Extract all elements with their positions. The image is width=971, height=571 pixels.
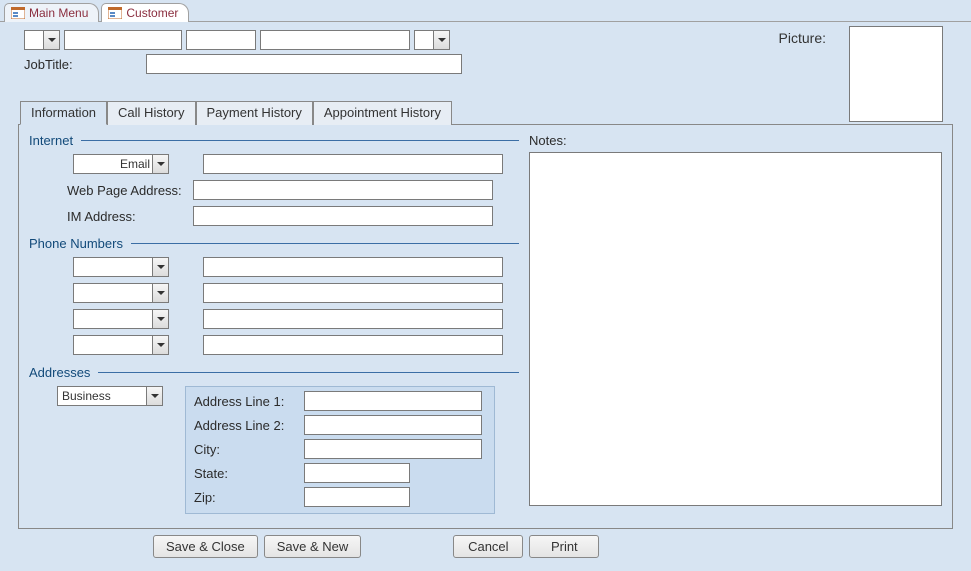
group-phone-label: Phone Numbers bbox=[29, 236, 123, 251]
tab-information[interactable]: Information bbox=[20, 101, 107, 125]
doc-tab-main-menu[interactable]: Main Menu bbox=[4, 3, 99, 22]
addr-city-input[interactable] bbox=[304, 439, 482, 459]
addr-state-label: State: bbox=[194, 466, 298, 481]
phone-type-combo-3[interactable] bbox=[73, 309, 169, 329]
address-panel: Address Line 1: Address Line 2: City: bbox=[185, 386, 495, 514]
chevron-down-icon bbox=[433, 31, 449, 49]
tab-call-history[interactable]: Call History bbox=[107, 101, 195, 125]
picture-label: Picture: bbox=[779, 30, 826, 46]
addr-line1-input[interactable] bbox=[304, 391, 482, 411]
print-button[interactable]: Print bbox=[529, 535, 599, 558]
divider bbox=[81, 140, 519, 141]
lastname-input[interactable] bbox=[260, 30, 410, 50]
cancel-button[interactable]: Cancel bbox=[453, 535, 523, 558]
email-type-combo[interactable]: Email bbox=[73, 154, 169, 174]
addr-line2-input[interactable] bbox=[304, 415, 482, 435]
middlename-input[interactable] bbox=[186, 30, 256, 50]
im-label: IM Address: bbox=[29, 209, 187, 224]
doc-tab-customer[interactable]: Customer bbox=[101, 3, 189, 22]
chevron-down-icon bbox=[152, 310, 168, 328]
webpage-label: Web Page Address: bbox=[29, 183, 187, 198]
suffix-combo[interactable] bbox=[414, 30, 450, 50]
chevron-down-icon bbox=[152, 155, 168, 173]
group-addresses-label: Addresses bbox=[29, 365, 90, 380]
addr-line2-label: Address Line 2: bbox=[194, 418, 298, 433]
addr-zip-input[interactable] bbox=[304, 487, 410, 507]
phone-input-2[interactable] bbox=[203, 283, 503, 303]
im-input[interactable] bbox=[193, 206, 493, 226]
phone-input-1[interactable] bbox=[203, 257, 503, 277]
address-type-combo[interactable]: Business bbox=[57, 386, 163, 406]
tab-payment-history[interactable]: Payment History bbox=[196, 101, 313, 125]
email-input[interactable] bbox=[203, 154, 503, 174]
document-tab-bar: Main Menu Customer bbox=[0, 0, 971, 22]
phone-type-combo-4[interactable] bbox=[73, 335, 169, 355]
title-combo[interactable] bbox=[24, 30, 60, 50]
save-new-button[interactable]: Save & New bbox=[264, 535, 362, 558]
webpage-input[interactable] bbox=[193, 180, 493, 200]
addr-line1-label: Address Line 1: bbox=[194, 394, 298, 409]
firstname-input[interactable] bbox=[64, 30, 182, 50]
form-icon bbox=[11, 7, 25, 19]
chevron-down-icon bbox=[152, 284, 168, 302]
jobtitle-input[interactable] bbox=[146, 54, 462, 74]
chevron-down-icon bbox=[43, 31, 59, 49]
doc-tab-customer-label: Customer bbox=[126, 6, 178, 20]
chevron-down-icon bbox=[152, 258, 168, 276]
addr-city-label: City: bbox=[194, 442, 298, 457]
jobtitle-label: JobTitle: bbox=[24, 57, 136, 72]
addr-zip-label: Zip: bbox=[194, 490, 298, 505]
addr-state-input[interactable] bbox=[304, 463, 410, 483]
save-close-button[interactable]: Save & Close bbox=[153, 535, 258, 558]
phone-input-3[interactable] bbox=[203, 309, 503, 329]
divider bbox=[131, 243, 519, 244]
notes-textarea[interactable] bbox=[529, 152, 942, 506]
chevron-down-icon bbox=[146, 387, 162, 405]
form-icon bbox=[108, 7, 122, 19]
phone-type-combo-2[interactable] bbox=[73, 283, 169, 303]
chevron-down-icon bbox=[152, 336, 168, 354]
notes-label: Notes: bbox=[529, 133, 567, 148]
doc-tab-main-menu-label: Main Menu bbox=[29, 6, 88, 20]
inner-tab-bar: Information Call History Payment History… bbox=[18, 100, 953, 124]
divider bbox=[98, 372, 519, 373]
group-internet-label: Internet bbox=[29, 133, 73, 148]
phone-input-4[interactable] bbox=[203, 335, 503, 355]
phone-type-combo-1[interactable] bbox=[73, 257, 169, 277]
tab-appointment-history[interactable]: Appointment History bbox=[313, 101, 452, 125]
